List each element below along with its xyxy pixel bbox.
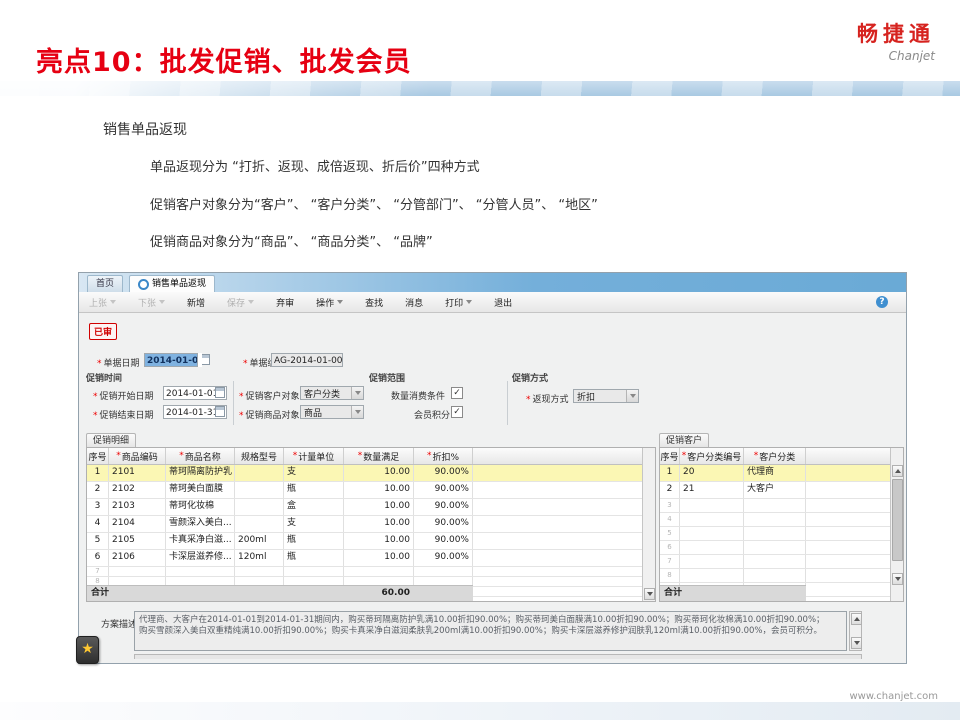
qty-condition-label: 数量消费条件 bbox=[391, 389, 445, 402]
tab-promo-customers[interactable]: 促销客户 bbox=[659, 433, 709, 448]
spacer bbox=[198, 353, 202, 367]
page-title: 亮点10：批发促销、批发会员 bbox=[36, 40, 412, 79]
scroll-up-button[interactable] bbox=[851, 613, 862, 625]
app-tab-bar: 首页 销售单品返现 bbox=[79, 273, 906, 293]
tab-home[interactable]: 首页 bbox=[87, 275, 123, 292]
doc-date-label: 单据日期 bbox=[97, 356, 140, 369]
section-promo-time: 促销时间 bbox=[86, 371, 122, 384]
dropdown-caret-icon bbox=[248, 300, 254, 304]
cash-method-label: 返现方式 bbox=[526, 392, 569, 405]
logo-text-en: Chanjet bbox=[857, 49, 935, 63]
star-shortcut-icon[interactable]: ★ bbox=[76, 636, 99, 664]
next-field-strip bbox=[134, 654, 862, 659]
total-row: 合计 bbox=[660, 585, 806, 601]
empty-row: 6 bbox=[660, 541, 903, 555]
scroll-down-button[interactable] bbox=[892, 573, 903, 585]
chevron-down-icon bbox=[626, 390, 638, 402]
slide: 亮点10：批发促销、批发会员 畅捷通 Chanjet 销售单品返现 单品返现分为… bbox=[0, 0, 960, 720]
member-points-checkbox[interactable]: ✓ bbox=[451, 406, 463, 418]
tab-sales-item-rebate[interactable]: 销售单品返现 bbox=[129, 275, 215, 292]
plan-description-textarea[interactable]: 代理商、大客户在2014-01-01到2014-01-31期间内，购买蒂珂隔离防… bbox=[134, 611, 847, 651]
calendar-icon[interactable] bbox=[215, 406, 225, 417]
toolbar-unapprove-button[interactable]: 弃审 bbox=[276, 296, 294, 309]
app-window: 首页 销售单品返现 上张 下张 新增 保存 弃审 操作 查找 消息 打印 退出 … bbox=[78, 272, 907, 664]
start-date-label: 促销开始日期 bbox=[93, 389, 154, 402]
toolbar-new-button[interactable]: 新增 bbox=[187, 296, 205, 309]
footer-url: www.chanjet.com bbox=[850, 691, 939, 702]
tab-label: 销售单品返现 bbox=[152, 276, 206, 292]
bullet-line: 单品返现分为 “打折、返现、成倍返现、折后价”四种方式 bbox=[150, 156, 480, 175]
calendar-icon[interactable] bbox=[215, 387, 225, 398]
textarea-scrollbar[interactable] bbox=[849, 611, 862, 651]
bullet-heading: 销售单品返现 bbox=[103, 119, 187, 139]
bullet-line: 促销客户对象分为“客户”、 “客户分类”、 “分管部门”、 “分管人员”、 “地… bbox=[150, 194, 598, 213]
table-row[interactable]: 42104雪颜深入美白...支10.0090.00% bbox=[87, 516, 655, 533]
qty-condition-checkbox[interactable]: ✓ bbox=[451, 387, 463, 399]
table-row[interactable]: 12101蒂珂隔离防护乳支10.0090.00% bbox=[87, 465, 655, 482]
toolbar-exit-button[interactable]: 退出 bbox=[494, 296, 512, 309]
grid-header-row: 序号 客户分类编号 客户分类 bbox=[660, 448, 903, 465]
product-object-select[interactable]: 商品 bbox=[300, 405, 364, 419]
empty-row: 7 bbox=[87, 567, 655, 577]
form-content: 已审 单据日期 2014-01-01 单据编号 AG-2014-01-0001 … bbox=[79, 313, 906, 663]
toolbar-next-button[interactable]: 下张 bbox=[138, 296, 165, 309]
empty-row: 5 bbox=[660, 527, 903, 541]
promo-customer-grid: 序号 客户分类编号 客户分类 120代理商 221大客户 3 4 5 6 7 8… bbox=[659, 447, 904, 602]
bullet-line: 促销商品对象分为“商品”、 “商品分类”、 “品牌” bbox=[150, 231, 433, 250]
table-row[interactable]: 32103蒂珂化妆棉盒10.0090.00% bbox=[87, 499, 655, 516]
empty-row: 8 bbox=[660, 569, 903, 583]
end-date-label: 促销结束日期 bbox=[93, 408, 154, 421]
section-divider bbox=[233, 381, 234, 425]
footer-band bbox=[0, 702, 960, 720]
cash-method-select[interactable]: 折扣 bbox=[573, 389, 639, 403]
vertical-scrollbar[interactable] bbox=[642, 448, 655, 601]
empty-row: 7 bbox=[660, 555, 903, 569]
help-icon[interactable]: ? bbox=[876, 296, 888, 308]
toolbar-print-button[interactable]: 打印 bbox=[445, 296, 472, 309]
toolbar-actions-button[interactable]: 操作 bbox=[316, 296, 343, 309]
scroll-down-button[interactable] bbox=[851, 637, 862, 649]
table-row[interactable]: 120代理商 bbox=[660, 465, 903, 482]
customer-object-label: 促销客户对象 bbox=[239, 389, 300, 402]
section-promo-scope: 促销范围 bbox=[369, 371, 405, 384]
tab-bullet-icon bbox=[138, 279, 149, 290]
product-object-label: 促销商品对象 bbox=[239, 408, 300, 421]
dropdown-caret-icon bbox=[159, 300, 165, 304]
dropdown-caret-icon bbox=[466, 300, 472, 304]
empty-row: 4 bbox=[660, 513, 903, 527]
table-row[interactable]: 62106卡深层滋养修...120ml瓶10.0090.00% bbox=[87, 550, 655, 567]
chanjet-logo: 畅捷通 Chanjet bbox=[857, 18, 935, 63]
scroll-down-button[interactable] bbox=[644, 588, 655, 600]
toolbar-find-button[interactable]: 查找 bbox=[365, 296, 383, 309]
plan-description-label: 方案描述 bbox=[101, 617, 137, 630]
scroll-up-button[interactable] bbox=[892, 465, 903, 477]
grid-header-row: 序号 商品编码 商品名称 规格型号 计量单位 数量满足 折扣% bbox=[87, 448, 655, 465]
section-divider bbox=[507, 381, 508, 425]
tab-promo-detail[interactable]: 促销明细 bbox=[86, 433, 136, 448]
chevron-down-icon bbox=[351, 406, 363, 418]
toolbar-message-button[interactable]: 消息 bbox=[405, 296, 423, 309]
scrollbar-thumb[interactable] bbox=[892, 479, 903, 561]
member-points-label: 会员积分 bbox=[414, 408, 450, 421]
chevron-down-icon bbox=[351, 387, 363, 399]
empty-row: 3 bbox=[660, 499, 903, 513]
table-row[interactable]: 52105卡真采净白滋...200ml瓶10.0090.00% bbox=[87, 533, 655, 550]
logo-text-cn: 畅捷通 bbox=[857, 18, 935, 48]
table-row[interactable]: 22102蒂珂美白面膜瓶10.0090.00% bbox=[87, 482, 655, 499]
customer-object-select[interactable]: 客户分类 bbox=[300, 386, 364, 400]
toolbar-save-button[interactable]: 保存 bbox=[227, 296, 254, 309]
vertical-scrollbar[interactable] bbox=[890, 448, 903, 601]
table-row[interactable]: 221大客户 bbox=[660, 482, 903, 499]
promo-detail-grid: 序号 商品编码 商品名称 规格型号 计量单位 数量满足 折扣% 12101蒂珂隔… bbox=[86, 447, 656, 602]
toolbar-prev-button[interactable]: 上张 bbox=[89, 296, 116, 309]
app-toolbar: 上张 下张 新增 保存 弃审 操作 查找 消息 打印 退出 ? bbox=[79, 292, 906, 313]
dropdown-caret-icon bbox=[337, 300, 343, 304]
status-stamp: 已审 bbox=[89, 323, 117, 340]
doc-no-input[interactable]: AG-2014-01-0001 bbox=[271, 353, 343, 367]
title-divider-band bbox=[0, 81, 960, 96]
section-promo-method: 促销方式 bbox=[512, 371, 548, 384]
dropdown-caret-icon bbox=[110, 300, 116, 304]
doc-date-input[interactable]: 2014-01-01 bbox=[144, 353, 198, 367]
total-row: 合计 60.00 bbox=[87, 585, 473, 601]
